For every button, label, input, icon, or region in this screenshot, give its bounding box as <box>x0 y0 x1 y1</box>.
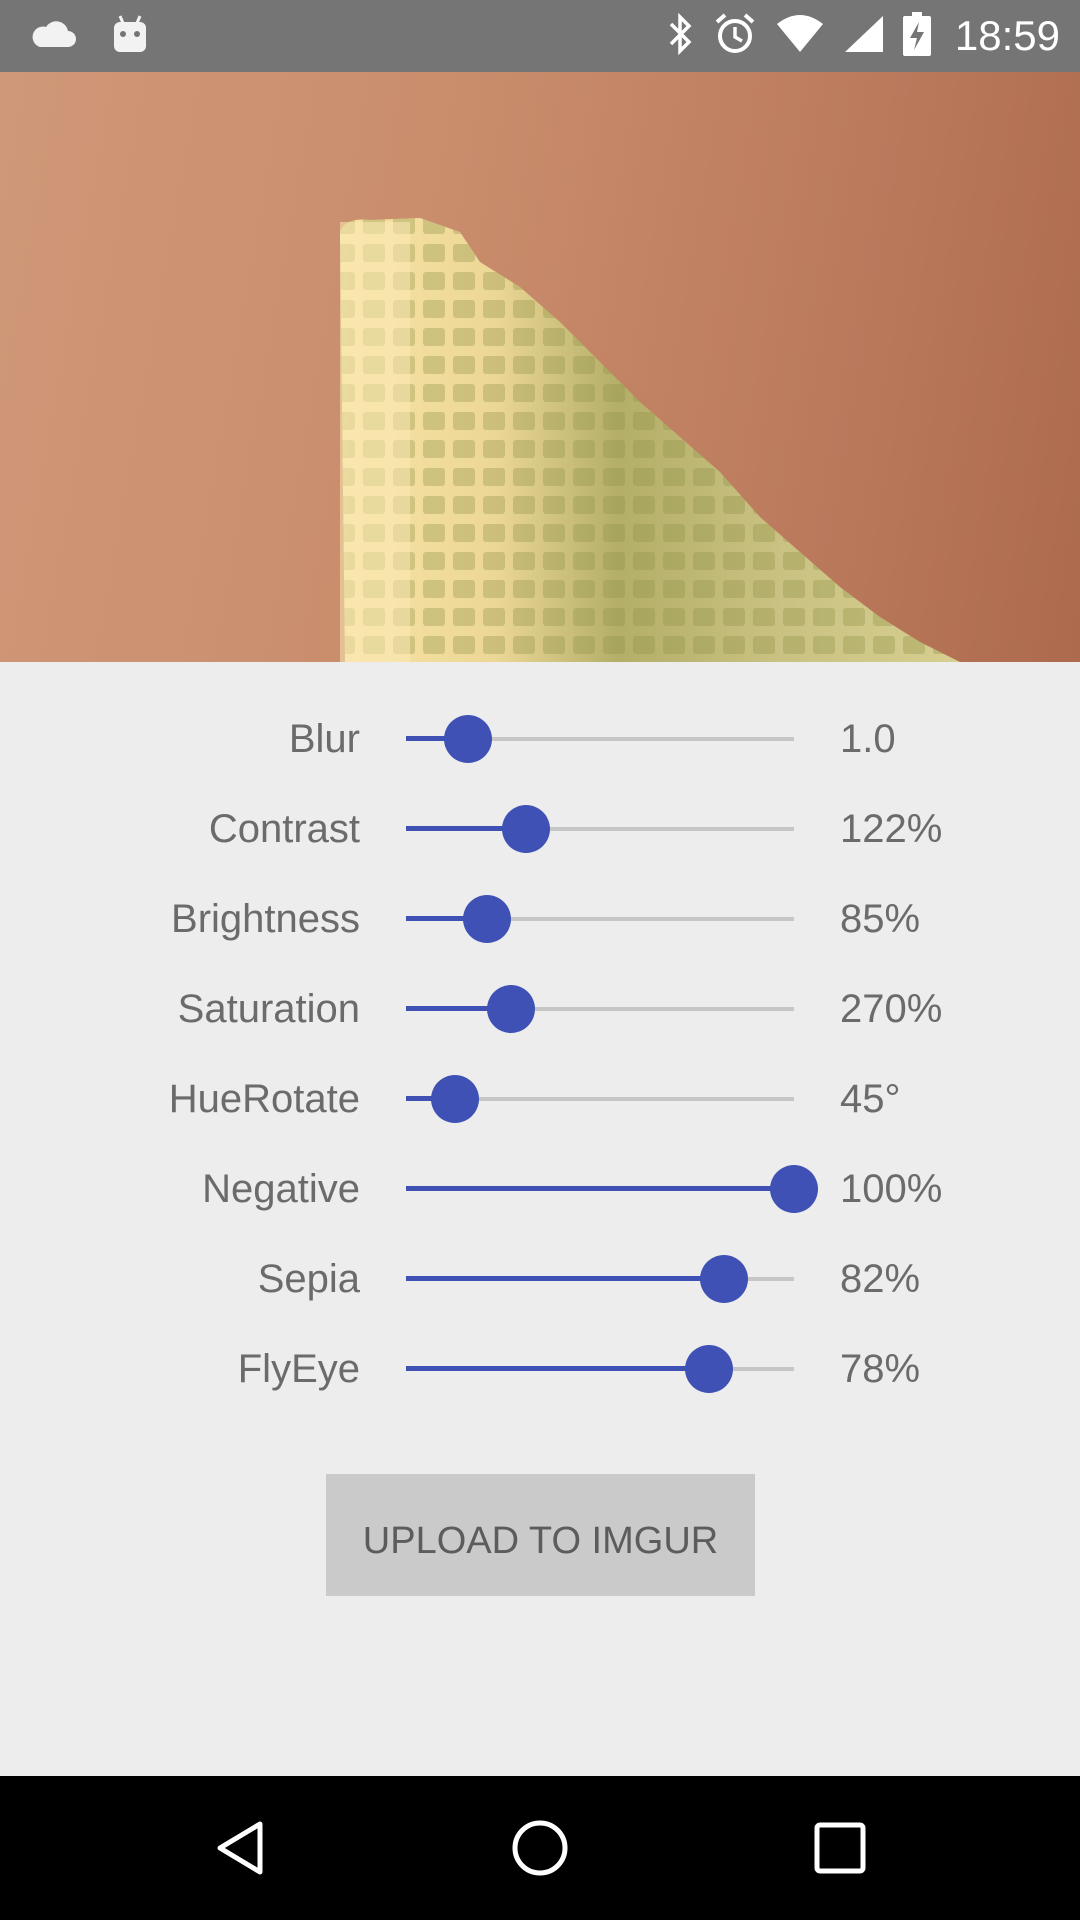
saturation-slider[interactable] <box>406 964 794 1054</box>
filter-row-contrast: Contrast 122% <box>0 784 1080 874</box>
filter-value: 122% <box>840 807 943 851</box>
slider-fill <box>406 1186 794 1191</box>
filter-label: Contrast <box>208 807 360 851</box>
filter-row-saturation: Saturation 270% <box>0 964 1080 1054</box>
filter-label: Brightness <box>171 897 360 941</box>
slider-thumb[interactable] <box>463 895 512 943</box>
filter-row-flyeye: FlyEye 78% <box>0 1324 1080 1414</box>
huerotate-slider[interactable] <box>406 1054 794 1144</box>
negative-slider[interactable] <box>406 1144 818 1234</box>
home-icon[interactable] <box>492 1800 588 1896</box>
slider-thumb[interactable] <box>770 1165 818 1213</box>
slider-thumb[interactable] <box>444 715 493 763</box>
slider-fill <box>406 1366 709 1371</box>
filter-label: FlyEye <box>237 1347 360 1391</box>
status-time: 18:59 <box>954 12 1060 59</box>
brightness-slider[interactable] <box>406 874 794 964</box>
filter-controls: Blur 1.0 Contrast 122% Brightness 85% Sa… <box>0 662 1080 1776</box>
photo-preview <box>0 72 1080 662</box>
filter-value: 85% <box>840 897 921 941</box>
alarm-icon <box>713 12 757 61</box>
filter-row-brightness: Brightness 85% <box>0 874 1080 964</box>
filter-label: Sepia <box>257 1257 360 1301</box>
filter-label: Blur <box>288 717 360 761</box>
filter-value: 78% <box>840 1347 921 1391</box>
wifi-icon <box>775 14 825 59</box>
filter-label: Saturation <box>177 987 360 1031</box>
slider-thumb[interactable] <box>502 805 551 853</box>
android-icon <box>112 14 148 59</box>
contrast-slider[interactable] <box>406 784 794 874</box>
filter-row-blur: Blur 1.0 <box>0 694 1080 784</box>
slider-thumb[interactable] <box>684 1345 733 1393</box>
slider-thumb[interactable] <box>430 1075 479 1123</box>
filter-value: 82% <box>840 1257 921 1301</box>
upload-to-imgur-button[interactable]: UPLOAD TO IMGUR <box>326 1474 755 1596</box>
filter-row-sepia: Sepia 82% <box>0 1234 1080 1324</box>
battery-charging-icon <box>902 11 931 61</box>
sepia-slider[interactable] <box>406 1234 794 1324</box>
cloud-icon <box>30 19 76 54</box>
filter-value: 45° <box>840 1077 901 1121</box>
filter-row-negative: Negative 100% <box>0 1144 1080 1234</box>
bluetooth-icon <box>665 12 695 61</box>
filtered-photo-image <box>340 218 960 662</box>
flyeye-slider[interactable] <box>406 1324 794 1414</box>
signal-icon <box>843 14 885 59</box>
filter-value: 1.0 <box>840 717 896 761</box>
recents-icon[interactable] <box>792 1800 888 1896</box>
filter-row-huerotate: HueRotate 45° <box>0 1054 1080 1144</box>
slider-fill <box>406 1276 725 1281</box>
filter-value: 270% <box>840 987 943 1031</box>
filter-label: HueRotate <box>168 1077 360 1121</box>
slider-thumb[interactable] <box>700 1255 749 1303</box>
status-bar: 18:59 <box>0 0 1080 72</box>
back-icon[interactable] <box>192 1800 288 1896</box>
filter-label: Negative <box>202 1167 360 1211</box>
blur-slider[interactable] <box>406 694 794 784</box>
navigation-bar <box>0 1776 1080 1920</box>
slider-thumb[interactable] <box>486 985 535 1033</box>
filter-value: 100% <box>840 1167 943 1211</box>
